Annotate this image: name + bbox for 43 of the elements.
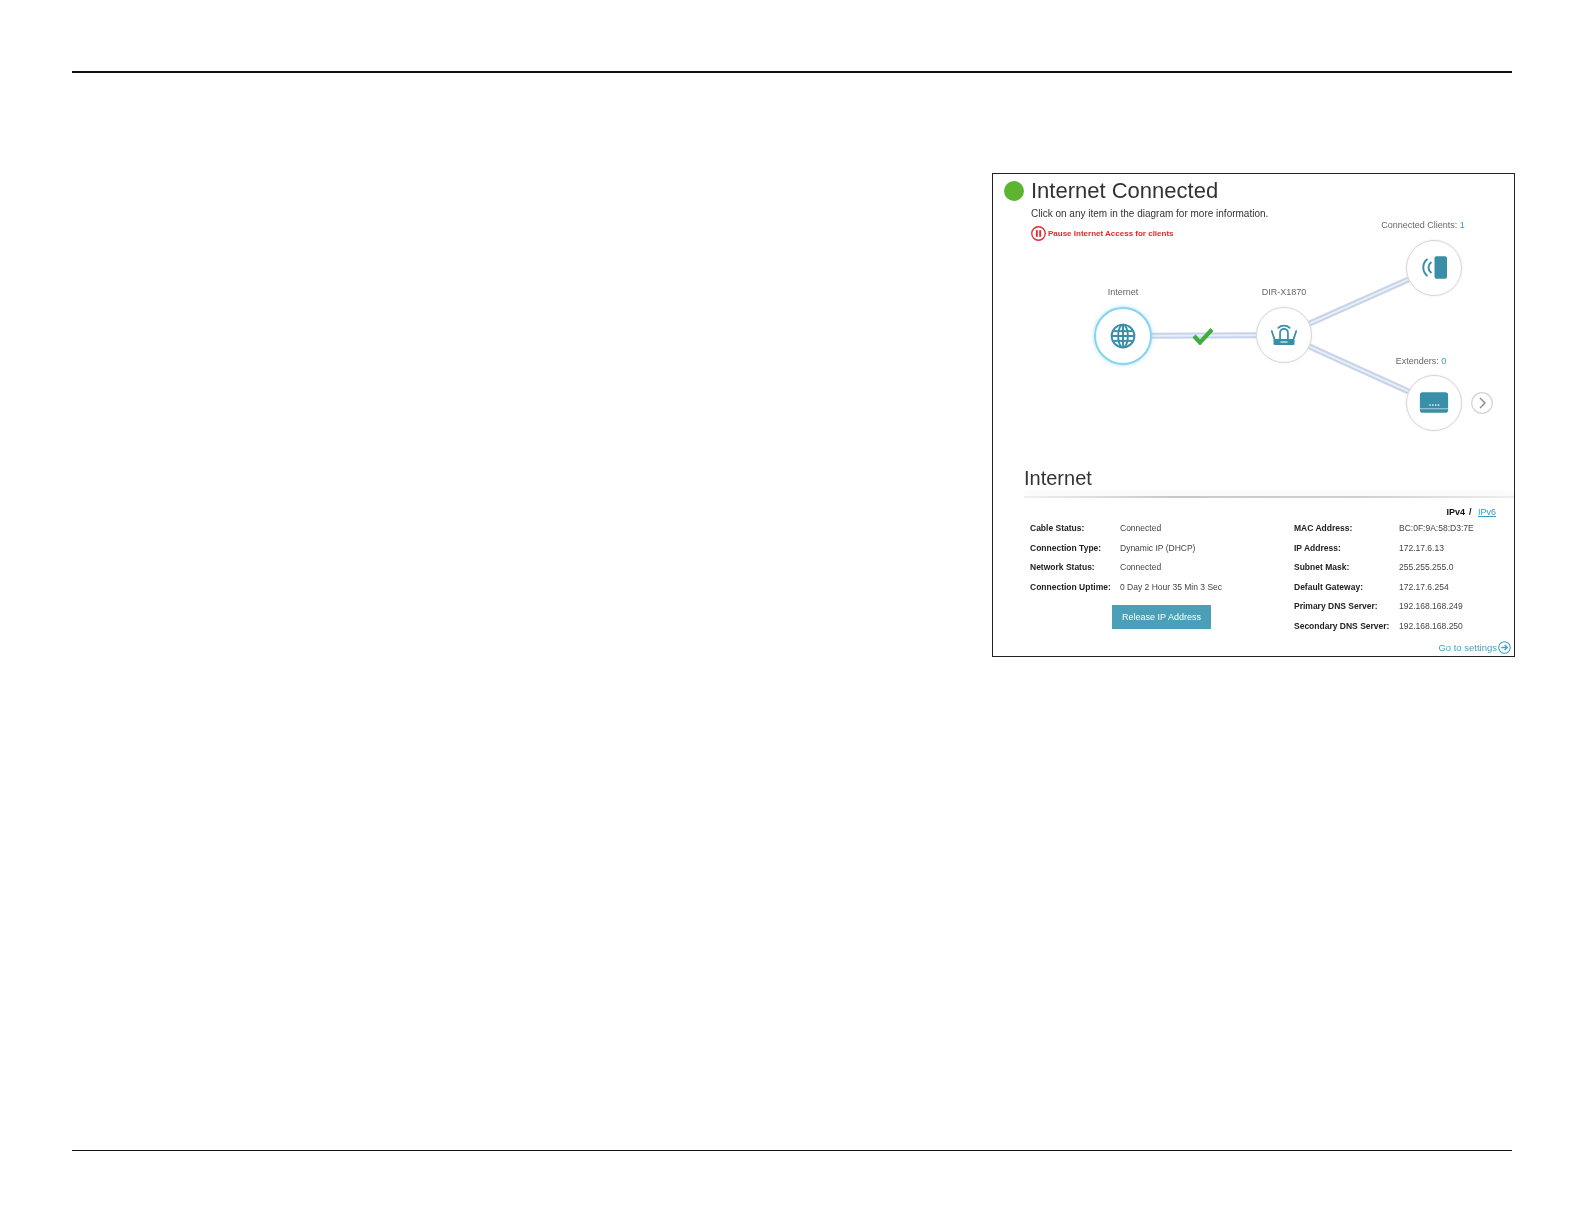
- field-value: 255.255.255.0: [1399, 562, 1454, 573]
- settings-link[interactable]: Go to settings: [1438, 640, 1511, 655]
- pause-link[interactable]: Pause Internet Access for clients: [1031, 225, 1174, 241]
- internet-node[interactable]: [1094, 306, 1152, 365]
- extender-icon: [1418, 390, 1450, 415]
- field-value: Dynamic IP (DHCP): [1120, 542, 1196, 553]
- field-label: Primary DNS Server:: [1294, 601, 1378, 612]
- field-label: Cable Status:: [1030, 523, 1085, 534]
- clients-node[interactable]: [1406, 239, 1462, 296]
- field-label: Subnet Mask:: [1294, 562, 1350, 573]
- arrow-right-icon: [1498, 641, 1511, 654]
- field-value: 0 Day 2 Hour 35 Min 3 Sec: [1120, 581, 1223, 592]
- field-value: Connected: [1120, 562, 1162, 573]
- section-heading: Internet: [1024, 465, 1092, 490]
- status-title: Internet Connected: [1031, 177, 1219, 204]
- field-value: 192.168.168.249: [1399, 601, 1463, 612]
- field-label: Secondary DNS Server:: [1294, 620, 1390, 631]
- pause-icon: [1031, 225, 1046, 241]
- globe-icon: [1110, 322, 1136, 349]
- release-ip-button[interactable]: Release IP Address: [1112, 604, 1211, 629]
- node-label: Connected Clients: 1: [1381, 219, 1465, 230]
- ip-version-link[interactable]: IPv4: [1446, 506, 1465, 517]
- ip-version-link[interactable]: IPv6: [1478, 506, 1496, 517]
- field-value: 172.17.6.254: [1399, 581, 1449, 592]
- hint-text: Click on any item in the diagram for more information.: [1031, 206, 1269, 221]
- field-label: IP Address:: [1294, 542, 1341, 553]
- field-value: Connected: [1120, 523, 1162, 534]
- router-node[interactable]: [1256, 306, 1312, 363]
- field-label: Connection Type:: [1030, 542, 1102, 553]
- field-value: 192.168.168.250: [1399, 620, 1463, 631]
- field-label: Default Gateway:: [1294, 581, 1363, 592]
- separator-text: /: [1468, 506, 1472, 517]
- node-label: Extenders: 0: [1395, 355, 1447, 366]
- field-label: MAC Address:: [1294, 523, 1353, 534]
- node-label: DIR-X1870: [1261, 286, 1307, 297]
- field-value: 172.17.6.13: [1399, 542, 1444, 553]
- router-icon: [1270, 322, 1298, 347]
- field-label: Connection Uptime:: [1030, 581, 1111, 592]
- wireless-tablet-icon: [1419, 255, 1449, 280]
- field-label: Network Status:: [1030, 562, 1095, 573]
- field-value: BC:0F:9A:58:D3:7E: [1399, 523, 1474, 534]
- extender-node[interactable]: [1406, 374, 1462, 431]
- node-label: Internet: [1107, 286, 1139, 297]
